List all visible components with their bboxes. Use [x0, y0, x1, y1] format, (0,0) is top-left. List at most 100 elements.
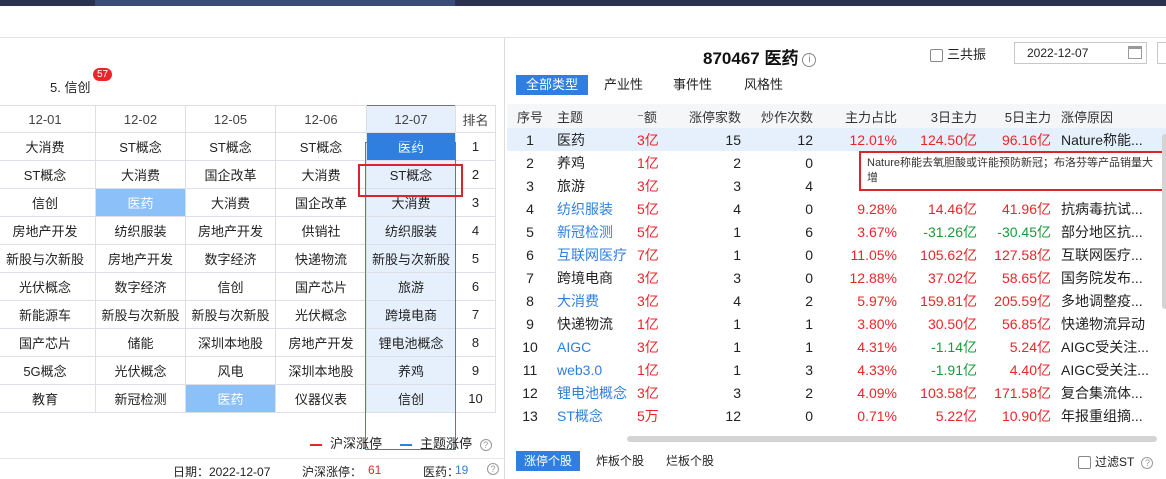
- list-item[interactable]: 6 互联网医疗 7亿 1 0 11.05% 105.62亿 127.58亿 互联网医疗...: [507, 243, 1166, 266]
- grid-theme-cell[interactable]: 风电: [185, 356, 276, 385]
- header-date[interactable]: 12-01: [0, 105, 96, 133]
- tab-limit-up-stocks[interactable]: 涨停个股: [516, 451, 581, 471]
- grid-theme-cell[interactable]: 新冠检测: [95, 384, 186, 413]
- grid-theme-cell[interactable]: 大消费: [275, 160, 367, 189]
- grid-theme-cell[interactable]: 新股与次新股: [185, 300, 276, 329]
- grid-theme-cell[interactable]: 跨境电商: [366, 300, 456, 329]
- grid-theme-cell[interactable]: 养鸡: [366, 356, 456, 385]
- grid-theme-cell[interactable]: 医药: [366, 132, 456, 161]
- col-seq[interactable]: 序号: [507, 104, 553, 128]
- header-date[interactable]: 12-06: [275, 105, 367, 133]
- row-theme[interactable]: ST概念: [553, 404, 637, 427]
- tab-event[interactable]: 事件性: [673, 75, 712, 95]
- help-icon[interactable]: ?: [1141, 456, 1154, 469]
- list-item[interactable]: 12 锂电池概念 3亿 3 2 4.09% 103.58亿 171.58亿 复合集流体...: [507, 381, 1166, 404]
- grid-theme-cell[interactable]: 房地产开发: [185, 216, 276, 245]
- col-amount[interactable]: ⁻额: [637, 104, 667, 128]
- header-date-selected[interactable]: 12-07: [366, 105, 456, 133]
- grid-theme-cell[interactable]: 大消费: [95, 160, 186, 189]
- list-item[interactable]: 11 web3.0 1亿 1 3 4.33% -1.91亿 4.40亿 AIGC受关注...: [507, 358, 1166, 381]
- row-theme[interactable]: 跨境电商: [553, 266, 637, 289]
- grid-theme-cell[interactable]: 国企改革: [185, 160, 276, 189]
- row-theme[interactable]: 锂电池概念: [553, 381, 637, 404]
- grid-theme-cell[interactable]: 房地产开发: [275, 328, 367, 357]
- calendar-icon[interactable]: [1128, 46, 1142, 59]
- grid-theme-cell[interactable]: 数字经济: [185, 244, 276, 273]
- date-picker[interactable]: 2022-12-07: [1014, 42, 1147, 64]
- list-item[interactable]: 8 大消费 3亿 4 2 5.97% 159.81亿 205.59亿 多地调整疫...: [507, 289, 1166, 312]
- list-item[interactable]: 1 医药 3亿 15 12 12.01% 124.50亿 96.16亿 Nature称能...: [507, 128, 1166, 151]
- grid-theme-cell[interactable]: 新股与次新股: [95, 300, 186, 329]
- col-hype-count[interactable]: 炒作次数: [745, 104, 817, 128]
- list-item[interactable]: 9 快递物流 1亿 1 1 3.80% 30.50亿 56.85亿 快递物流异动: [507, 312, 1166, 335]
- row-theme[interactable]: web3.0: [553, 358, 637, 381]
- grid-theme-cell[interactable]: 信创: [185, 272, 276, 301]
- tab-industry[interactable]: 产业性: [604, 75, 643, 95]
- list-item[interactable]: 13 ST概念 5万 12 0 0.71% 5.22亿 10.90亿 年报重组摘...: [507, 404, 1166, 427]
- grid-theme-cell[interactable]: 新股与次新股: [366, 244, 456, 273]
- checkbox-icon[interactable]: [930, 49, 943, 63]
- grid-theme-cell[interactable]: ST概念: [95, 132, 186, 161]
- row-theme[interactable]: 快递物流: [553, 312, 637, 335]
- list-item[interactable]: 7 跨境电商 3亿 3 0 12.88% 37.02亿 58.65亿 国务院发布...: [507, 266, 1166, 289]
- col-limit-count[interactable]: 涨停家数: [667, 104, 745, 128]
- row-theme[interactable]: 新冠检测: [553, 220, 637, 243]
- row-theme[interactable]: 互联网医疗: [553, 243, 637, 266]
- tab-style[interactable]: 风格性: [744, 75, 783, 95]
- list-item[interactable]: 4 纺织服装 5亿 4 0 9.28% 14.46亿 41.96亿 抗病毒抗试...: [507, 197, 1166, 220]
- grid-theme-cell[interactable]: ST概念: [275, 132, 367, 161]
- grid-theme-cell[interactable]: 医药: [95, 188, 186, 217]
- row-theme[interactable]: AIGC: [553, 335, 637, 358]
- grid-theme-cell[interactable]: 储能: [95, 328, 186, 357]
- grid-theme-cell[interactable]: 数字经济: [95, 272, 186, 301]
- col-5day-main[interactable]: 5日主力: [981, 104, 1055, 128]
- grid-theme-cell[interactable]: 旅游: [366, 272, 456, 301]
- tab-all-types[interactable]: 全部类型: [516, 75, 589, 95]
- grid-theme-cell[interactable]: 锂电池概念: [366, 328, 456, 357]
- horizontal-scrollbar[interactable]: [627, 436, 1157, 442]
- col-3day-main[interactable]: 3日主力: [901, 104, 981, 128]
- grid-theme-cell[interactable]: 深圳本地股: [275, 356, 367, 385]
- col-theme[interactable]: 主题: [553, 104, 637, 128]
- row-theme[interactable]: 旅游: [553, 174, 637, 197]
- row-theme[interactable]: 养鸡: [553, 151, 637, 174]
- grid-theme-cell[interactable]: 国产芯片: [275, 272, 367, 301]
- header-date[interactable]: 12-05: [185, 105, 276, 133]
- grid-theme-cell[interactable]: 房地产开发: [95, 244, 186, 273]
- list-item[interactable]: 10 AIGC 3亿 1 1 4.31% -1.14亿 5.24亿 AIGC受关注...: [507, 335, 1166, 358]
- help-icon[interactable]: ?: [479, 438, 492, 451]
- grid-theme-cell[interactable]: 房地产开发: [0, 216, 96, 245]
- grid-theme-cell[interactable]: 大消费: [0, 132, 96, 161]
- row-theme[interactable]: 大消费: [553, 289, 637, 312]
- tab-weak-board-stocks[interactable]: 烂板个股: [666, 451, 714, 471]
- list-item[interactable]: 5 新冠检测 5亿 1 6 3.67% -31.26亿 -30.45亿 部分地区抗...: [507, 220, 1166, 243]
- grid-theme-cell[interactable]: 国产芯片: [0, 328, 96, 357]
- grid-theme-cell[interactable]: 快递物流: [275, 244, 367, 273]
- info-icon[interactable]: i: [802, 52, 817, 67]
- edge-button[interactable]: [1157, 42, 1166, 64]
- grid-theme-cell[interactable]: 纺织服装: [95, 216, 186, 245]
- tab-xinchuang[interactable]: 5. 信创: [50, 77, 90, 96]
- grid-theme-cell[interactable]: 教育: [0, 384, 96, 413]
- col-main-ratio[interactable]: 主力占比: [817, 104, 901, 128]
- grid-theme-cell[interactable]: 供销社: [275, 216, 367, 245]
- grid-theme-cell[interactable]: 新股与次新股: [0, 244, 96, 273]
- sangong-checkbox[interactable]: 三共振: [930, 44, 986, 63]
- col-reason[interactable]: 涨停原因: [1055, 104, 1166, 128]
- row-theme[interactable]: 纺织服装: [553, 197, 637, 220]
- grid-theme-cell[interactable]: ST概念: [185, 132, 276, 161]
- grid-theme-cell[interactable]: 新能源车: [0, 300, 96, 329]
- grid-theme-cell[interactable]: 信创: [0, 188, 96, 217]
- header-date[interactable]: 12-02: [95, 105, 186, 133]
- grid-theme-cell[interactable]: 光伏概念: [0, 272, 96, 301]
- help-icon[interactable]: ?: [487, 463, 499, 475]
- grid-theme-cell[interactable]: 信创: [366, 384, 456, 413]
- grid-theme-cell[interactable]: 光伏概念: [95, 356, 186, 385]
- grid-theme-cell[interactable]: 大消费: [185, 188, 276, 217]
- grid-theme-cell[interactable]: 国企改革: [275, 188, 367, 217]
- filter-st-checkbox[interactable]: 过滤ST ?: [1078, 453, 1154, 470]
- grid-theme-cell[interactable]: 5G概念: [0, 356, 96, 385]
- grid-theme-cell[interactable]: 纺织服装: [366, 216, 456, 245]
- grid-theme-cell[interactable]: 仪器仪表: [275, 384, 367, 413]
- checkbox-icon[interactable]: [1078, 456, 1091, 470]
